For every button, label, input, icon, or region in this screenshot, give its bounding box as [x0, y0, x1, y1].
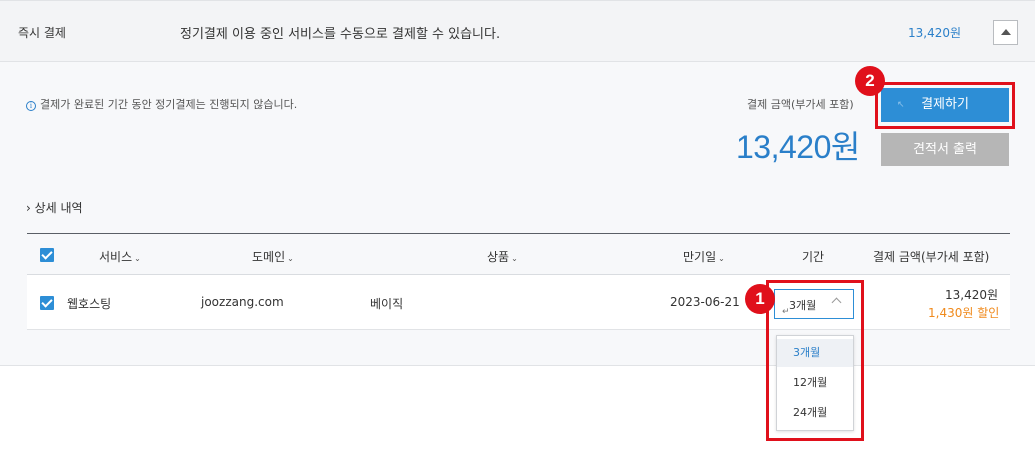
chevron-down-icon: ⌄ [134, 254, 141, 263]
table-header: 서비스 ⌄ 도메인 ⌄ 상품 ⌄ 만기일 ⌄ 기간 결제 금액(부가세 포함) [27, 233, 1010, 275]
row-service: 웹호스팅 [67, 297, 112, 311]
step-badge-1: 1 [745, 284, 775, 314]
select-all-checkbox[interactable] [40, 248, 54, 262]
column-expiry[interactable]: 만기일 ⌄ [683, 248, 725, 265]
detail-toggle[interactable]: › 상세 내역 [26, 199, 83, 216]
chevron-down-icon: ⌄ [718, 254, 725, 263]
row-domain: joozzang.com [201, 295, 284, 309]
header-amount: 13,420원 [908, 26, 962, 40]
row-checkbox[interactable] [40, 296, 54, 310]
highlight-box-pay [875, 82, 1015, 129]
column-domain[interactable]: 도메인 ⌄ [252, 248, 294, 265]
highlight-box-period [766, 280, 864, 441]
row-discount: 1,430원 할인 [928, 306, 1000, 320]
row-product: 베이직 [370, 297, 404, 311]
chevron-down-icon: ⌄ [287, 254, 294, 263]
notice-text: 결제가 완료된 기간 동안 정기결제는 진행되지 않습니다. [40, 98, 298, 111]
instant-payment-header: 즉시 결제 정기결제 이용 중인 서비스를 수동으로 결제할 수 있습니다. 1… [0, 0, 1035, 62]
row-price: 13,420원 [945, 288, 999, 302]
triangle-up-icon [1001, 29, 1011, 35]
header-title: 즉시 결제 [18, 26, 66, 40]
print-estimate-button-label: 견적서 출력 [913, 142, 977, 157]
column-product[interactable]: 상품 ⌄ [487, 248, 518, 265]
row-expiry: 2023-06-21 [670, 295, 740, 309]
notice: i 결제가 완료된 기간 동안 정기결제는 진행되지 않습니다. [26, 96, 297, 112]
info-icon: i [26, 101, 36, 111]
column-period: 기간 [802, 250, 825, 264]
payment-amount: 13,420원 [736, 129, 860, 165]
print-estimate-button[interactable]: 견적서 출력 [881, 133, 1009, 166]
column-price: 결제 금액(부가세 포함) [873, 250, 990, 264]
column-service[interactable]: 서비스 ⌄ [99, 248, 141, 265]
step-badge-2: 2 [855, 66, 885, 96]
payment-amount-label: 결제 금액(부가세 포함) [747, 98, 854, 111]
chevron-down-icon: ⌄ [511, 254, 518, 263]
header-description: 정기결제 이용 중인 서비스를 수동으로 결제할 수 있습니다. [180, 27, 501, 42]
collapse-button[interactable] [993, 20, 1018, 45]
